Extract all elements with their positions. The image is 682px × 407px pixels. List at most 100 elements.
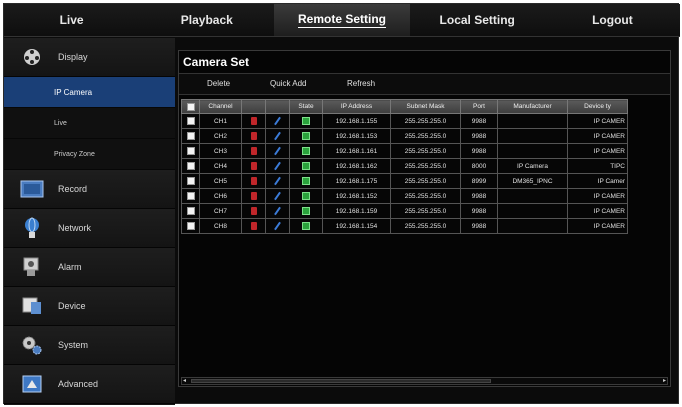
quick-add-button[interactable]: Quick Add <box>270 79 306 88</box>
edit-cell[interactable] <box>265 173 290 189</box>
sidebar-item-system[interactable]: System <box>4 326 175 365</box>
row-select-cell[interactable] <box>181 158 200 174</box>
select-all-header[interactable] <box>181 99 200 114</box>
state-connected-icon <box>302 177 310 185</box>
delete-cell[interactable] <box>241 203 266 219</box>
tab-logout-label: Logout <box>592 13 633 27</box>
delete-cell[interactable] <box>241 173 266 189</box>
manufacturer-cell <box>497 203 568 219</box>
manufacturer-cell <box>497 143 568 159</box>
tab-remote-setting[interactable]: Remote Setting <box>274 4 410 36</box>
edit-cell[interactable] <box>265 203 290 219</box>
ip-address-cell: 192.168.1.154 <box>322 218 391 234</box>
sidebar-item-label: Display <box>58 52 88 62</box>
scrollbar-thumb[interactable] <box>191 379 491 383</box>
delete-cell[interactable] <box>241 143 266 159</box>
tab-logout[interactable]: Logout <box>545 4 680 36</box>
sidebar-item-alarm[interactable]: Alarm <box>4 248 175 287</box>
table-row[interactable]: CH2 192.168.1.153 255.255.255.0 9988 IP CAME… <box>181 128 628 144</box>
subnet-mask-cell: 255.255.255.0 <box>390 113 461 129</box>
row-select-cell[interactable] <box>181 143 200 159</box>
row-checkbox[interactable] <box>186 192 195 200</box>
table-row[interactable]: CH1 192.168.1.155 255.255.255.0 9988 IP CAME… <box>181 113 628 129</box>
delete-cell[interactable] <box>241 128 266 144</box>
row-checkbox[interactable] <box>186 177 195 185</box>
manufacturer-cell: DM365_IPNC <box>497 173 568 189</box>
column-header: Subnet Mask <box>390 99 461 114</box>
sidebar-item-record[interactable]: Record <box>4 170 175 209</box>
delete-icon[interactable] <box>250 192 257 200</box>
sidebar-item-network[interactable]: Network <box>4 209 175 248</box>
edit-pencil-icon[interactable] <box>274 191 281 201</box>
alarm-icon <box>20 256 44 278</box>
state-cell <box>289 173 323 189</box>
delete-cell[interactable] <box>241 158 266 174</box>
edit-pencil-icon[interactable] <box>274 176 281 186</box>
column-header: Channel <box>199 99 242 114</box>
sidebar-item-live[interactable]: Live <box>4 108 175 139</box>
sidebar-item-device[interactable]: Device <box>4 287 175 326</box>
table-row[interactable]: CH3 192.168.1.161 255.255.255.0 9988 IP CAME… <box>181 143 628 159</box>
horizontal-scrollbar[interactable]: ◂ ▸ <box>181 377 668 385</box>
delete-cell[interactable] <box>241 188 266 204</box>
page-title: Camera Set <box>183 55 250 69</box>
edit-cell[interactable] <box>265 188 290 204</box>
delete-cell[interactable] <box>241 113 266 129</box>
delete-icon[interactable] <box>250 222 257 230</box>
scroll-left-arrow-icon[interactable]: ◂ <box>183 377 186 384</box>
device-icon <box>20 295 44 317</box>
sidebar-item-ip-camera[interactable]: IP Camera <box>4 77 175 108</box>
refresh-button[interactable]: Refresh <box>347 79 375 88</box>
device-type-cell: IP Camer <box>567 173 628 189</box>
delete-icon[interactable] <box>250 147 257 155</box>
sidebar-item-advanced[interactable]: Advanced <box>4 365 175 404</box>
edit-pencil-icon[interactable] <box>274 221 281 231</box>
row-select-cell[interactable] <box>181 188 200 204</box>
row-select-cell[interactable] <box>181 128 200 144</box>
sidebar-item-display[interactable]: Display <box>4 38 175 77</box>
port-cell: 9988 <box>460 113 498 129</box>
row-checkbox[interactable] <box>186 117 195 125</box>
select-all-checkbox[interactable] <box>186 102 195 111</box>
row-select-cell[interactable] <box>181 173 200 189</box>
edit-cell[interactable] <box>265 218 290 234</box>
edit-pencil-icon[interactable] <box>274 146 281 156</box>
delete-button[interactable]: Delete <box>207 79 230 88</box>
edit-pencil-icon[interactable] <box>274 116 281 126</box>
table-row[interactable]: CH4 192.168.1.162 255.255.255.0 8000 IP Came… <box>181 158 628 174</box>
row-checkbox[interactable] <box>186 162 195 170</box>
row-checkbox[interactable] <box>186 132 195 140</box>
table-header-row: Channel State IP Address Subnet Mask Por… <box>181 99 628 114</box>
tab-live[interactable]: Live <box>4 4 139 36</box>
row-select-cell[interactable] <box>181 113 200 129</box>
table-row[interactable]: CH7 192.168.1.159 255.255.255.0 9988 IP CAME… <box>181 203 628 219</box>
row-select-cell[interactable] <box>181 218 200 234</box>
row-checkbox[interactable] <box>186 207 195 215</box>
delete-icon[interactable] <box>250 132 257 140</box>
tab-local-setting[interactable]: Local Setting <box>410 4 545 36</box>
edit-pencil-icon[interactable] <box>274 206 281 216</box>
column-header: Port <box>460 99 498 114</box>
sidebar-item-privacy-zone[interactable]: Privacy Zone <box>4 139 175 170</box>
edit-cell[interactable] <box>265 158 290 174</box>
delete-icon[interactable] <box>250 207 257 215</box>
row-select-cell[interactable] <box>181 203 200 219</box>
edit-pencil-icon[interactable] <box>274 161 281 171</box>
scroll-right-arrow-icon[interactable]: ▸ <box>663 377 666 384</box>
tab-playback[interactable]: Playback <box>139 4 274 36</box>
delete-cell[interactable] <box>241 218 266 234</box>
edit-cell[interactable] <box>265 143 290 159</box>
edit-cell[interactable] <box>265 113 290 129</box>
row-checkbox[interactable] <box>186 147 195 155</box>
ip-address-cell: 192.168.1.175 <box>322 173 391 189</box>
sidebar: Display IP Camera Live Privacy Zone Reco… <box>4 38 175 405</box>
table-row[interactable]: CH5 192.168.1.175 255.255.255.0 8999 DM365_I… <box>181 173 628 189</box>
table-row[interactable]: CH6 192.168.1.152 255.255.255.0 9988 IP CAME… <box>181 188 628 204</box>
delete-icon[interactable] <box>250 117 257 125</box>
edit-pencil-icon[interactable] <box>274 131 281 141</box>
delete-icon[interactable] <box>250 177 257 185</box>
edit-cell[interactable] <box>265 128 290 144</box>
row-checkbox[interactable] <box>186 222 195 230</box>
delete-icon[interactable] <box>250 162 257 170</box>
table-row[interactable]: CH8 192.168.1.154 255.255.255.0 9988 IP CAME… <box>181 218 628 234</box>
